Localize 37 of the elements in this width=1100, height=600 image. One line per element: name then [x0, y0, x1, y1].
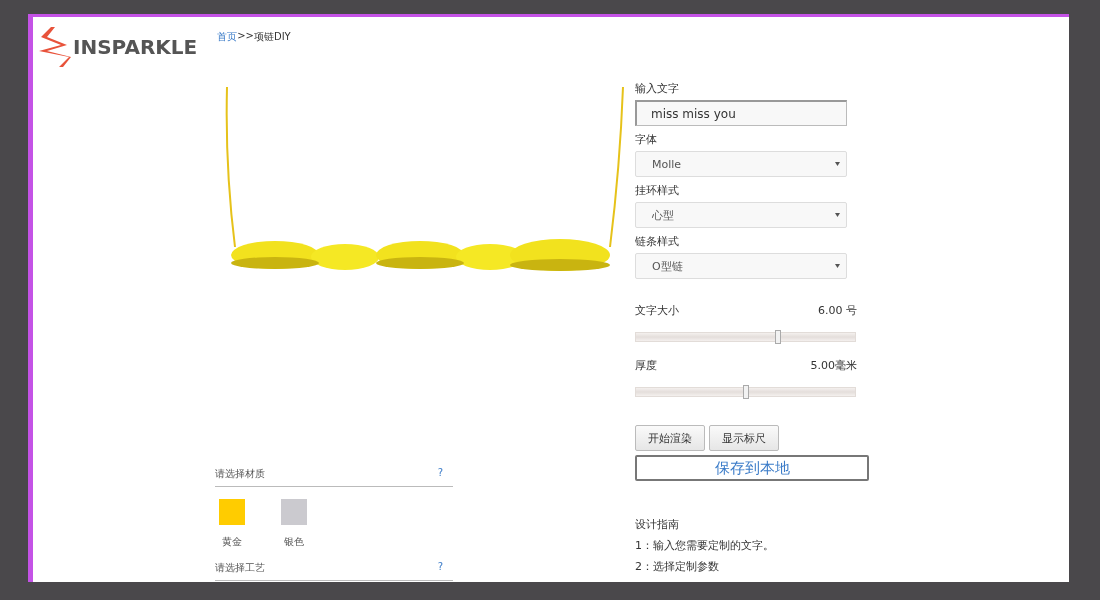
field-label: 挂环样式: [635, 183, 680, 198]
slider-label: 厚度: [635, 358, 657, 373]
help-link[interactable]: ?: [437, 561, 443, 575]
breadcrumb-link[interactable]: 首页: [217, 30, 238, 44]
slider-track[interactable]: [635, 387, 856, 397]
caret-icon: [835, 213, 840, 217]
guide-title: 设计指南: [635, 517, 680, 532]
breadcrumb-separator: >>: [237, 30, 254, 41]
text-input[interactable]: miss miss you: [635, 100, 847, 126]
section-title: 请选择材质: [215, 467, 265, 481]
material-label: 银色: [284, 535, 304, 549]
slider-track[interactable]: [635, 332, 856, 342]
material-swatch[interactable]: [219, 499, 245, 525]
logo-text: INSPARKLE: [73, 35, 198, 59]
slider-thumb[interactable]: [742, 385, 749, 399]
slider-label: 文字大小: [635, 303, 679, 318]
field-label: 字体: [635, 132, 658, 147]
slider-thumb[interactable]: [775, 330, 782, 344]
help-link[interactable]: ?: [437, 467, 443, 481]
caret-icon: [835, 162, 840, 166]
slider-reading: 6.00 号: [818, 303, 857, 318]
field-label: 输入文字: [635, 81, 680, 96]
material-label: 黄金: [222, 535, 242, 549]
action-button[interactable]: 显示标尺: [709, 425, 779, 451]
dropdown[interactable]: O型链: [635, 253, 847, 279]
breadcrumb-current: 项链DIY: [253, 30, 291, 44]
dropdown[interactable]: Molle: [635, 151, 847, 177]
slider-reading: 5.00毫米: [810, 358, 857, 373]
caret-icon: [835, 264, 840, 268]
guide-step: 1：输入您需要定制的文字。: [635, 538, 869, 553]
field-label: 链条样式: [635, 234, 680, 249]
section-title: 请选择工艺: [215, 561, 265, 575]
guide-step: 2：选择定制参数: [635, 559, 869, 574]
dropdown[interactable]: 心型: [635, 202, 847, 228]
action-button[interactable]: 开始渲染: [635, 425, 705, 451]
save-button[interactable]: 保存到本地: [635, 455, 869, 481]
material-swatch[interactable]: [281, 499, 307, 525]
